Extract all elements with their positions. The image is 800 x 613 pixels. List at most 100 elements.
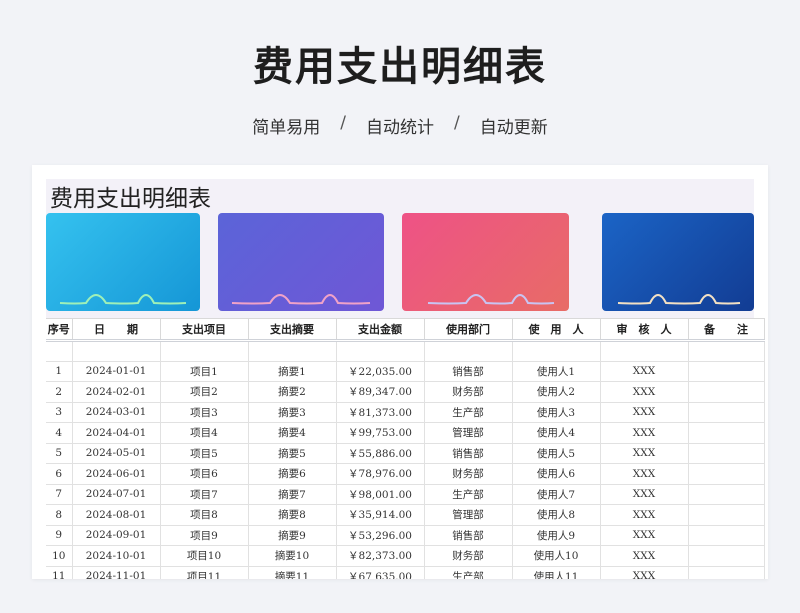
column-header[interactable]: 日 期	[72, 318, 161, 342]
cell-user[interactable]: 使用人11	[512, 566, 601, 579]
cell-date[interactable]: 2024-08-01	[72, 504, 161, 526]
column-header[interactable]: 审 核 人	[600, 318, 689, 342]
table-row[interactable]: 11 2024-11-01 项目11 摘要11 ￥67,635.00 生产部 使…	[46, 566, 765, 579]
table-row[interactable]: 4 2024-04-01 项目4 摘要4 ￥99,753.00 管理部 使用人4…	[46, 422, 765, 444]
cell-date[interactable]: 2024-05-01	[72, 443, 161, 464]
cell-amount[interactable]: ￥82,373.00	[336, 545, 425, 567]
cell-amount[interactable]: ￥81,373.00	[336, 402, 425, 423]
table-row[interactable]: 10 2024-10-01 项目10 摘要10 ￥82,373.00 财务部 使…	[46, 545, 765, 567]
cell-user[interactable]: 使用人2	[512, 381, 601, 403]
cell-reviewer[interactable]: XXX	[600, 443, 689, 464]
cell-user[interactable]: 使用人10	[512, 545, 601, 567]
table-row[interactable]: 6 2024-06-01 项目6 摘要6 ￥78,976.00 财务部 使用人6…	[46, 463, 765, 485]
cell-user[interactable]: 使用人7	[512, 484, 601, 505]
cell-user[interactable]: 使用人3	[512, 402, 601, 423]
cell-user[interactable]: 使用人6	[512, 463, 601, 485]
cell-amount[interactable]: ￥53,296.00	[336, 525, 425, 546]
cell-item[interactable]: 项目5	[160, 443, 249, 464]
cell-note[interactable]	[688, 545, 765, 567]
cell-no[interactable]: 2	[46, 381, 73, 403]
cell-summary[interactable]: 摘要5	[248, 443, 337, 464]
cell-date[interactable]: 2024-10-01	[72, 545, 161, 567]
column-header[interactable]: 支出摘要	[248, 318, 337, 342]
cell-date[interactable]: 2024-07-01	[72, 484, 161, 505]
cell-amount[interactable]: ￥89,347.00	[336, 381, 425, 403]
cell-user[interactable]: 使用人8	[512, 504, 601, 526]
cell-summary[interactable]: 摘要7	[248, 484, 337, 505]
cell-reviewer[interactable]: XXX	[600, 361, 689, 382]
cell-summary[interactable]: 摘要8	[248, 504, 337, 526]
cell-no[interactable]: 1	[46, 361, 73, 382]
cell-reviewer[interactable]: XXX	[600, 504, 689, 526]
cell-dept[interactable]: 财务部	[424, 545, 513, 567]
table-row[interactable]: 2 2024-02-01 项目2 摘要2 ￥89,347.00 财务部 使用人2…	[46, 381, 765, 403]
cell-note[interactable]	[688, 361, 765, 382]
cell-summary[interactable]: 摘要9	[248, 525, 337, 546]
table-row[interactable]: 5 2024-05-01 项目5 摘要5 ￥55,886.00 销售部 使用人5…	[46, 443, 765, 464]
cell-user[interactable]: 使用人4	[512, 422, 601, 444]
table-row[interactable]: 1 2024-01-01 项目1 摘要1 ￥22,035.00 销售部 使用人1…	[46, 361, 765, 382]
cell-dept[interactable]: 生产部	[424, 484, 513, 505]
cell-no[interactable]: 10	[46, 545, 73, 567]
cell-item[interactable]: 项目4	[160, 422, 249, 444]
column-header[interactable]: 支出金额	[336, 318, 425, 342]
column-header[interactable]: 备 注	[688, 318, 765, 342]
cell-date[interactable]: 2024-11-01	[72, 566, 161, 579]
cell-reviewer[interactable]: XXX	[600, 545, 689, 567]
cell-user[interactable]: 使用人9	[512, 525, 601, 546]
cell-summary[interactable]: 摘要6	[248, 463, 337, 485]
cell-no[interactable]: 8	[46, 504, 73, 526]
cell-dept[interactable]: 财务部	[424, 381, 513, 403]
table-row[interactable]: 9 2024-09-01 项目9 摘要9 ￥53,296.00 销售部 使用人9…	[46, 525, 765, 546]
cell-amount[interactable]: ￥99,753.00	[336, 422, 425, 444]
cell-reviewer[interactable]: XXX	[600, 525, 689, 546]
cell-dept[interactable]: 销售部	[424, 525, 513, 546]
cell-dept[interactable]: 生产部	[424, 402, 513, 423]
cell-item[interactable]: 项目11	[160, 566, 249, 579]
table-row[interactable]: 8 2024-08-01 项目8 摘要8 ￥35,914.00 管理部 使用人8…	[46, 504, 765, 526]
cell-item[interactable]: 项目3	[160, 402, 249, 423]
cell-summary[interactable]: 摘要10	[248, 545, 337, 567]
cell-summary[interactable]: 摘要11	[248, 566, 337, 579]
cell-amount[interactable]: ￥98,001.00	[336, 484, 425, 505]
cell-no[interactable]: 3	[46, 402, 73, 423]
cell-no[interactable]: 7	[46, 484, 73, 505]
cell-user[interactable]: 使用人5	[512, 443, 601, 464]
cell-no[interactable]: 5	[46, 443, 73, 464]
cell-item[interactable]: 项目7	[160, 484, 249, 505]
cell-dept[interactable]: 管理部	[424, 504, 513, 526]
cell-reviewer[interactable]: XXX	[600, 402, 689, 423]
cell-no[interactable]: 4	[46, 422, 73, 444]
cell-summary[interactable]: 摘要2	[248, 381, 337, 403]
cell-summary[interactable]: 摘要3	[248, 402, 337, 423]
cell-item[interactable]: 项目6	[160, 463, 249, 485]
cell-date[interactable]: 2024-06-01	[72, 463, 161, 485]
cell-reviewer[interactable]: XXX	[600, 566, 689, 579]
cell-dept[interactable]: 销售部	[424, 361, 513, 382]
cell-reviewer[interactable]: XXX	[600, 484, 689, 505]
column-header[interactable]: 使用部门	[424, 318, 513, 342]
cell-reviewer[interactable]: XXX	[600, 422, 689, 444]
cell-dept[interactable]: 财务部	[424, 463, 513, 485]
cell-summary[interactable]: 摘要1	[248, 361, 337, 382]
cell-note[interactable]	[688, 504, 765, 526]
cell-summary[interactable]: 摘要4	[248, 422, 337, 444]
cell-date[interactable]: 2024-01-01	[72, 361, 161, 382]
cell-amount[interactable]: ￥35,914.00	[336, 504, 425, 526]
cell-date[interactable]: 2024-04-01	[72, 422, 161, 444]
cell-date[interactable]: 2024-03-01	[72, 402, 161, 423]
cell-note[interactable]	[688, 443, 765, 464]
cell-no[interactable]: 6	[46, 463, 73, 485]
cell-date[interactable]: 2024-09-01	[72, 525, 161, 546]
cell-no[interactable]: 11	[46, 566, 73, 579]
cell-item[interactable]: 项目1	[160, 361, 249, 382]
cell-dept[interactable]: 生产部	[424, 566, 513, 579]
cell-no[interactable]: 9	[46, 525, 73, 546]
cell-amount[interactable]: ￥22,035.00	[336, 361, 425, 382]
cell-amount[interactable]: ￥55,886.00	[336, 443, 425, 464]
cell-item[interactable]: 项目9	[160, 525, 249, 546]
cell-item[interactable]: 项目2	[160, 381, 249, 403]
cell-note[interactable]	[688, 484, 765, 505]
cell-amount[interactable]: ￥67,635.00	[336, 566, 425, 579]
cell-amount[interactable]: ￥78,976.00	[336, 463, 425, 485]
